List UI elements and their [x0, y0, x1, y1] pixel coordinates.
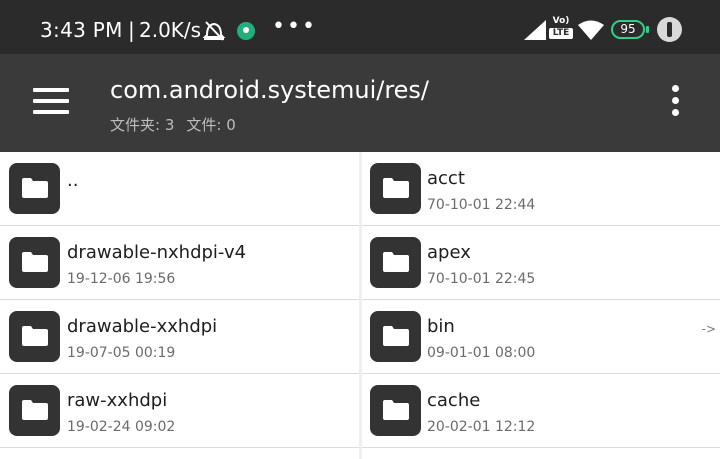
file-date: 19-12-06 19:56 — [67, 271, 176, 287]
lte-label: LTE — [549, 28, 573, 39]
status-time: 3:43 PM — [40, 18, 123, 42]
folder-icon — [370, 385, 421, 436]
status-bar: 3:43 PM | 2.0K/s ••• Vo) LTE 95 — [0, 0, 720, 54]
signal-icon — [524, 20, 546, 44]
battery-icon: 95 — [611, 20, 645, 39]
left-file-pane: .. drawable-nxhdpi-v4 19-12-06 19:56 dra… — [0, 152, 359, 459]
volte-label: Vo) — [552, 16, 570, 26]
folder-icon — [9, 237, 60, 288]
folder-icon — [370, 311, 421, 362]
more-notifications-icon: ••• — [272, 14, 317, 39]
file-name: raw-xxhdpi — [67, 390, 168, 411]
file-date: 19-02-24 09:02 — [67, 419, 176, 435]
file-date: 09-01-01 08:00 — [427, 345, 536, 361]
user-icon — [657, 17, 682, 42]
app-bar: com.android.systemui/res/ 文件夹: 3 文件: 0 — [0, 54, 720, 152]
list-item[interactable]: bin 09-01-01 08:00 -> — [362, 300, 720, 374]
file-name: .. — [67, 170, 79, 191]
file-name: acct — [427, 168, 465, 189]
file-count: 文件: 0 — [186, 116, 236, 134]
file-name: drawable-xxhdpi — [67, 316, 218, 337]
folder-count: 文件夹: 3 — [110, 116, 175, 134]
file-name: apex — [427, 242, 471, 263]
file-name: drawable-nxhdpi-v4 — [67, 242, 247, 263]
file-date: 70-10-01 22:45 — [427, 271, 536, 287]
folder-icon — [9, 385, 60, 436]
list-item[interactable]: drawable-xxhdpi 19-07-05 00:19 — [0, 300, 359, 374]
vpn-icon — [237, 22, 255, 40]
folder-icon — [370, 237, 421, 288]
folder-icon — [370, 163, 421, 214]
file-date: 19-07-05 00:19 — [67, 345, 176, 361]
wifi-icon — [578, 20, 604, 44]
folder-icon — [9, 311, 60, 362]
directory-summary: 文件夹: 3 文件: 0 — [110, 114, 236, 135]
file-name: bin — [427, 316, 455, 337]
list-item[interactable]: apex 70-10-01 22:45 — [362, 226, 720, 300]
right-file-pane: acct 70-10-01 22:44 apex 70-10-01 22:45 … — [362, 152, 720, 459]
volte-icon: Vo) LTE — [549, 16, 573, 42]
overflow-menu-icon[interactable] — [668, 85, 684, 119]
file-date: 70-10-01 22:44 — [427, 197, 536, 213]
menu-icon[interactable] — [33, 88, 69, 114]
current-path: com.android.systemui/res/ — [110, 76, 430, 104]
status-separator: | — [128, 18, 135, 42]
list-item[interactable]: drawable-nxhdpi-v4 19-12-06 19:56 — [0, 226, 359, 300]
symlink-indicator: -> — [701, 322, 716, 336]
file-date: 20-02-01 12:12 — [427, 419, 536, 435]
list-item[interactable]: acct 70-10-01 22:44 — [362, 152, 720, 226]
list-item-parent-dir[interactable]: .. — [0, 152, 359, 226]
folder-icon — [9, 163, 60, 214]
list-item[interactable]: raw-xxhdpi 19-02-24 09:02 — [0, 374, 359, 448]
battery-tip — [646, 26, 649, 33]
file-name: cache — [427, 390, 481, 411]
alarm-off-icon — [202, 20, 226, 46]
network-rate: 2.0K/s — [139, 18, 202, 42]
list-item[interactable]: cache 20-02-01 12:12 — [362, 374, 720, 448]
